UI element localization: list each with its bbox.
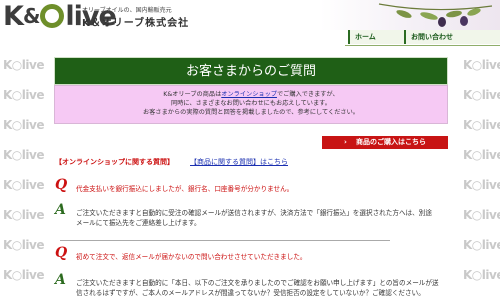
intro-line-2: 同時に、さまざまなお問い合わせにもお応えしています。 (171, 100, 331, 107)
side-logo-right: K○live (463, 268, 500, 282)
side-logo-left: K○live (3, 178, 44, 192)
chevron-right-icon: › (344, 138, 347, 146)
question-icon: Q (55, 245, 68, 261)
page-title: お客さまからのご質問 (54, 57, 448, 85)
intro-line-3: お客さまからの実際の質問と回答を掲載しましたので、参考にしてください。 (143, 109, 359, 116)
top-nav: ホーム お問い合わせ (348, 30, 500, 44)
side-logo-right: K○live (463, 88, 500, 102)
answer-icon: A (55, 272, 66, 288)
nav-home-link[interactable]: ホーム (348, 30, 404, 44)
purchase-button[interactable]: › 商品のご購入はこちら (322, 136, 448, 149)
question-text: 初めて注文で、返信メールが届かないので問い合わせさせていただきました。 (76, 253, 307, 261)
tab-product-questions-link[interactable]: 【商品に関する質問】はこちら (190, 157, 288, 167)
side-logo-left: K○live (3, 58, 44, 72)
answer-text-line-2: 信されるはずですが、ご本人のメールアドレスが間違ってないか？受信拒否の設定をして… (76, 289, 425, 297)
online-shop-link[interactable]: オンラインショップ (221, 91, 277, 98)
tagline: オリーブオイルの、国内輸販売元 (82, 7, 172, 14)
question-text: 代金支払いを銀行振込にしましたが、銀行名、口座番号が分かりません。 (76, 185, 294, 193)
side-logo-right: K○live (463, 238, 500, 252)
nav-contact-link[interactable]: お問い合わせ (404, 30, 500, 44)
page-header: K& live オリーブオイルの、国内輸販売元 K＆オリーブ株式会社 ホーム お問… (0, 0, 500, 52)
olive-branch-decoration (320, 0, 500, 30)
side-logo-left: K○live (3, 268, 44, 282)
question-icon: Q (55, 177, 68, 193)
logo-letter-k: K (3, 1, 24, 32)
side-logo-left: K○live (3, 118, 44, 132)
intro-box: K&オリーブの商品はオンラインショップでご購入できますが、 同時に、さまざまなお… (54, 85, 448, 124)
answer-text-line-1: ご注文いただきますと自動的に受注の確認メールが送信されますが、決済方法で「銀行振… (76, 209, 432, 217)
answer-icon: A (55, 202, 66, 218)
qa-divider (60, 240, 390, 241)
intro-text: でご購入できますが、 (276, 91, 339, 98)
side-logo-right: K○live (463, 148, 500, 162)
side-logo-right: K○live (463, 58, 500, 72)
side-logo-left: K○live (3, 238, 44, 252)
answer-text-line-2: メールにて振込先をご連絡差し上げます。 (76, 219, 201, 227)
side-logo-right: K○live (463, 208, 500, 222)
company-name: K＆オリーブ株式会社 (82, 18, 190, 29)
purchase-button-label: 商品のご購入はこちら (356, 138, 426, 146)
side-logo-right: K○live (463, 178, 500, 192)
intro-line-1: K&オリーブの商品はオンラインショップでご購入できますが、 (55, 90, 447, 99)
side-logo-right: K○live (463, 118, 500, 132)
side-logo-left: K○live (3, 208, 44, 222)
side-logo-left: K○live (3, 148, 44, 162)
olive-o-icon (40, 4, 65, 28)
intro-text: K&オリーブの商品は (163, 91, 222, 98)
answer-text-line-1: ご注文いただきますと自動的に「本日、以下のご注文を承りましたのでご確認をお願い申… (76, 279, 439, 287)
tab-online-shop-questions: 【オンラインショップに関する質問】 (55, 158, 174, 166)
olive-branch-icon (378, 3, 493, 27)
nav-underline (345, 45, 500, 46)
side-logo-left: K○live (3, 88, 44, 102)
